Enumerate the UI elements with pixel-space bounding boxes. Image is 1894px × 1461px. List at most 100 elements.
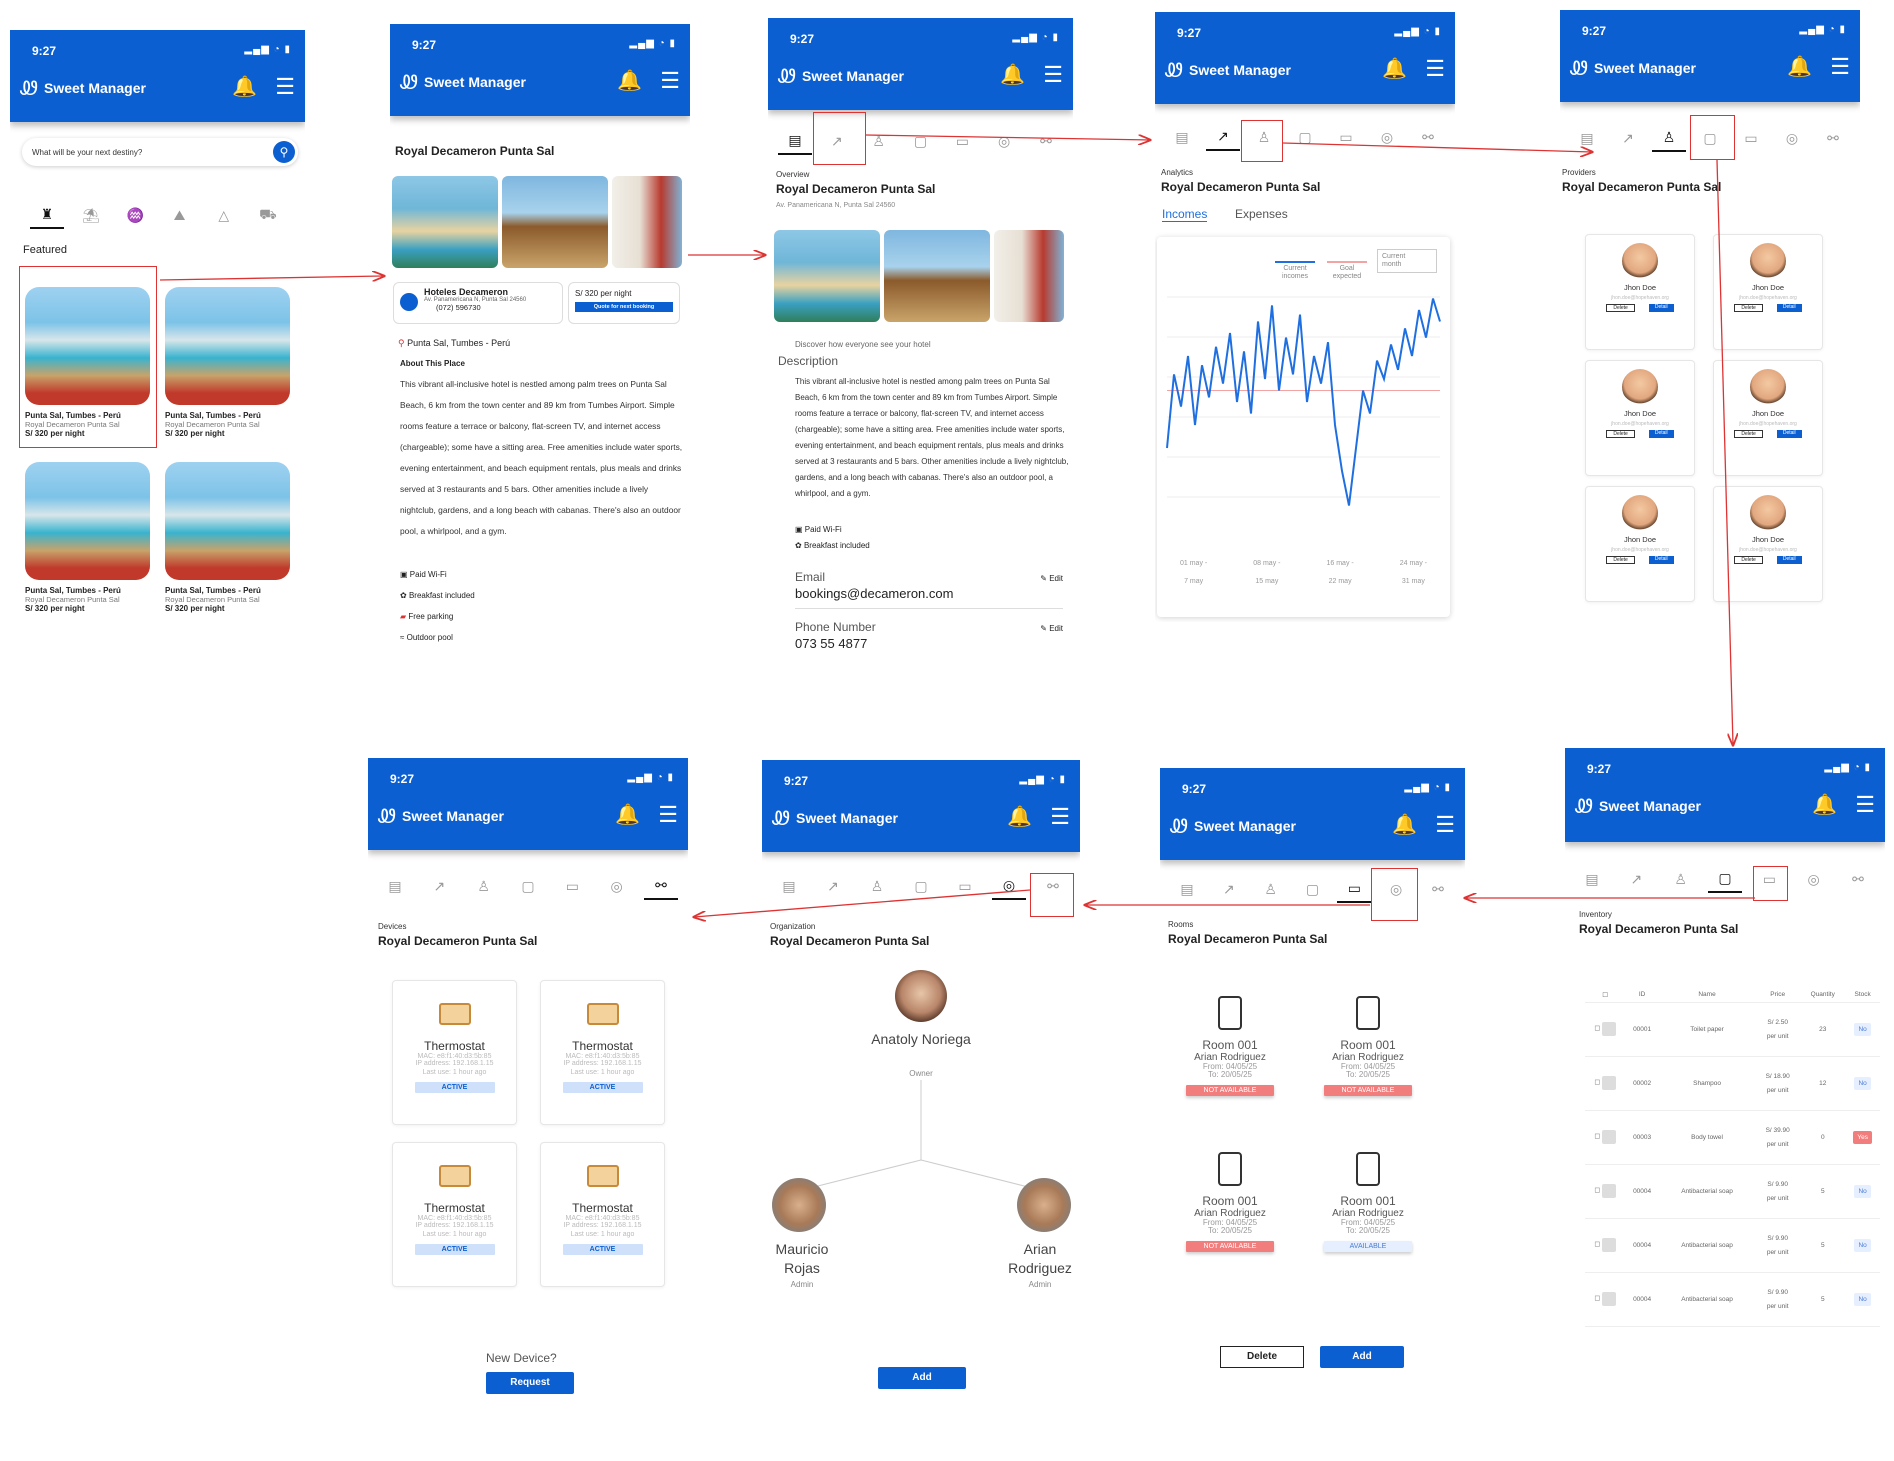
tab-analytics-icon[interactable]: ↗ [1619, 871, 1653, 892]
add-member-button[interactable]: Add [878, 1367, 966, 1389]
tab-organization-icon[interactable]: ◎ [1775, 130, 1809, 151]
room-card[interactable]: Room 001 Arian Rodriguez From: 04/05/25 … [1180, 1136, 1280, 1253]
table-row[interactable]: ☐ 00004 Antibacterial soap S/ 9.90 per un… [1585, 1218, 1880, 1273]
description-text[interactable]: This vibrant all-inclusive hotel is nest… [795, 374, 1071, 502]
photo[interactable] [884, 230, 990, 322]
period-selector[interactable]: Current month [1377, 249, 1437, 273]
tab-rooms-icon[interactable]: ▭ [555, 878, 589, 899]
photo-gallery[interactable] [392, 176, 682, 268]
delete-provider-button[interactable]: Delete [1734, 304, 1763, 312]
menu-icon[interactable]: ☰ [1855, 792, 1875, 818]
device-card[interactable]: Thermostat MAC: e8:f1:40:d3:5b:85 IP add… [540, 1142, 665, 1287]
table-row[interactable]: ☐ 00004 Antibacterial soap S/ 9.90 per un… [1585, 1272, 1880, 1327]
add-room-button[interactable]: Add [1320, 1346, 1404, 1368]
room-card[interactable]: Room 001 Arian Rodriguez From: 04/05/25 … [1180, 980, 1280, 1097]
bell-icon[interactable]: 🔔 [1000, 62, 1025, 87]
mountain-icon[interactable]: △ [207, 207, 241, 228]
tab-overview-icon[interactable]: ▤ [778, 132, 812, 155]
photo[interactable] [774, 230, 880, 322]
column-header[interactable]: Stock [1845, 988, 1880, 1003]
menu-icon[interactable]: ☰ [275, 74, 295, 100]
menu-icon[interactable]: ☰ [658, 802, 678, 828]
row-checkbox[interactable]: ☐ [1585, 1056, 1626, 1111]
table-row[interactable]: ☐ 00003 Body towel S/ 39.90 per unit 0 Ye… [1585, 1110, 1880, 1165]
tab-organization-icon[interactable]: ◎ [600, 878, 634, 899]
tab-organization-icon[interactable]: ◎ [992, 877, 1026, 900]
tab-rooms-icon[interactable]: ▭ [945, 133, 979, 154]
edit-email-button[interactable]: ✎ Edit [1040, 574, 1063, 583]
tab-rooms-icon[interactable]: ▭ [1337, 880, 1372, 903]
bell-icon[interactable]: 🔔 [232, 74, 257, 99]
bell-icon[interactable]: 🔔 [1007, 804, 1032, 829]
delete-provider-button[interactable]: Delete [1606, 304, 1635, 312]
pool-icon[interactable]: ♒ [118, 207, 152, 228]
tab-devices-icon[interactable]: ⚯ [1029, 133, 1063, 154]
row-checkbox[interactable]: ☐ [1585, 1110, 1626, 1165]
device-card[interactable]: Thermostat MAC: e8:f1:40:d3:5b:85 IP add… [392, 1142, 517, 1287]
detail-provider-button[interactable]: Detail [1648, 304, 1674, 312]
column-header[interactable]: Price [1755, 988, 1801, 1003]
request-button[interactable]: Request [486, 1372, 574, 1394]
quote-button[interactable]: Quote for next booking [575, 302, 673, 312]
search-input[interactable]: What will be your next destiny? [32, 148, 273, 157]
device-card[interactable]: Thermostat MAC: e8:f1:40:d3:5b:85 IP add… [540, 980, 665, 1125]
row-checkbox[interactable]: ☐ [1585, 1218, 1626, 1273]
bell-icon[interactable]: 🔔 [1382, 56, 1407, 81]
detail-provider-button[interactable]: Detail [1776, 430, 1802, 438]
tab-analytics-icon[interactable]: ↗ [1611, 130, 1645, 151]
delete-provider-button[interactable]: Delete [1734, 430, 1763, 438]
bell-icon[interactable]: 🔔 [615, 802, 640, 827]
room-card[interactable]: Room 001 Arian Rodriguez From: 04/05/25 … [1318, 1136, 1418, 1253]
hotel-card[interactable]: Punta Sal, Tumbes - Perú Royal Decameron … [165, 287, 290, 438]
tab-analytics-icon[interactable]: ↗ [816, 878, 850, 899]
select-all-checkbox[interactable]: ☐ [1585, 988, 1626, 1003]
tab-devices-icon[interactable]: ⚯ [1421, 881, 1455, 902]
tab-providers-icon[interactable]: ♙ [862, 133, 896, 154]
tab-overview-icon[interactable]: ▤ [1170, 881, 1204, 902]
photo[interactable] [392, 176, 498, 268]
tab-providers-icon[interactable]: ♙ [860, 878, 894, 899]
tab-analytics-icon[interactable]: ↗ [1212, 881, 1246, 902]
detail-provider-button[interactable]: Detail [1776, 556, 1802, 564]
table-row[interactable]: ☐ 00002 Shampoo S/ 18.90 per unit 12 No [1585, 1056, 1880, 1111]
row-checkbox[interactable]: ☐ [1585, 1002, 1626, 1057]
photo-gallery[interactable] [774, 230, 1064, 322]
tab-overview-icon[interactable]: ▤ [1575, 871, 1609, 892]
row-checkbox[interactable]: ☐ [1585, 1164, 1626, 1219]
detail-provider-button[interactable]: Detail [1648, 430, 1674, 438]
photo[interactable] [994, 230, 1064, 322]
tab-devices-icon[interactable]: ⚯ [1841, 871, 1875, 892]
hotel-card[interactable]: Punta Sal, Tumbes - Perú Royal Decameron … [165, 462, 290, 613]
menu-icon[interactable]: ☰ [1050, 804, 1070, 830]
tab-organization-icon[interactable]: ◎ [987, 133, 1021, 154]
tab-providers-icon[interactable]: ♙ [467, 878, 501, 899]
menu-icon[interactable]: ☰ [1043, 62, 1063, 88]
bell-icon[interactable]: 🔔 [1787, 54, 1812, 79]
trophy-icon[interactable]: ♜ [30, 206, 64, 229]
delete-provider-button[interactable]: Delete [1606, 430, 1635, 438]
tab-expenses[interactable]: Expenses [1235, 207, 1288, 221]
island-icon[interactable]: ⛰ [163, 207, 197, 228]
tab-overview-icon[interactable]: ▤ [378, 878, 412, 899]
bell-icon[interactable]: 🔔 [1812, 792, 1837, 817]
column-header[interactable]: ID [1625, 988, 1659, 1003]
beach-icon[interactable]: ⛱ [74, 207, 108, 228]
table-row[interactable]: ☐ 00004 Antibacterial soap S/ 9.90 per un… [1585, 1164, 1880, 1219]
tab-inventory-icon[interactable]: ▢ [1707, 870, 1742, 893]
tab-overview-icon[interactable]: ▤ [1570, 130, 1604, 151]
detail-provider-button[interactable]: Detail [1648, 556, 1674, 564]
tab-devices-icon[interactable]: ⚯ [1816, 130, 1850, 151]
tab-analytics-icon[interactable]: ↗ [422, 878, 456, 899]
tab-rooms-icon[interactable]: ▭ [1734, 130, 1768, 151]
table-row[interactable]: ☐ 00001 Toilet paper S/ 2.50 per unit 23 … [1585, 1002, 1880, 1057]
tab-organization-icon[interactable]: ◎ [1370, 129, 1404, 150]
tab-providers-icon[interactable]: ♙ [1254, 881, 1288, 902]
delete-provider-button[interactable]: Delete [1734, 556, 1763, 564]
tab-analytics-icon[interactable]: ↗ [1206, 128, 1240, 151]
tab-devices-icon[interactable]: ⚯ [1411, 129, 1445, 150]
device-card[interactable]: Thermostat MAC: e8:f1:40:d3:5b:85 IP add… [392, 980, 517, 1125]
column-header[interactable]: Name [1658, 988, 1756, 1003]
tab-inventory-icon[interactable]: ▢ [904, 878, 938, 899]
photo[interactable] [612, 176, 682, 268]
delete-button[interactable]: Delete [1220, 1346, 1304, 1368]
